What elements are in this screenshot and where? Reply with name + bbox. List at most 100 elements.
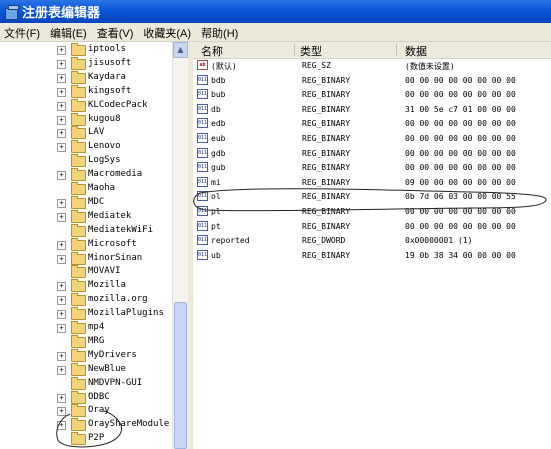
expand-icon[interactable]: + bbox=[57, 143, 66, 153]
tree-item-label: KLCodecPack bbox=[88, 99, 148, 110]
menu-edit[interactable]: 编辑(E) bbox=[46, 23, 93, 41]
tree-item[interactable]: + MyDrivers bbox=[0, 348, 172, 363]
key-tree[interactable]: + iptools + jisusoft + Kaydara + kingsoft + KLCod… bbox=[0, 42, 172, 449]
column-type[interactable]: 类型 bbox=[300, 43, 322, 59]
expand-icon[interactable]: + bbox=[57, 171, 66, 181]
expand-icon[interactable]: + bbox=[57, 393, 66, 403]
expand-icon[interactable]: + bbox=[57, 296, 66, 306]
value-row[interactable]: 011 bdb REG_BINARY 00 00 00 00 00 00 00 00 bbox=[193, 74, 551, 88]
value-row[interactable]: 011 ub REG_BINARY 19 0b 38 34 00 00 00 00 bbox=[193, 249, 551, 263]
value-row[interactable]: 011 gub REG_BINARY 00 00 00 00 00 00 00 00 bbox=[193, 161, 551, 175]
value-type: REG_BINARY bbox=[302, 177, 351, 187]
expand-icon[interactable]: + bbox=[57, 59, 66, 69]
tree-item-label: MozillaPlugins bbox=[88, 308, 164, 319]
expand-icon[interactable]: + bbox=[57, 407, 66, 417]
tree-item[interactable]: + Lenovo bbox=[0, 140, 172, 154]
tree-item[interactable]: + ODBC bbox=[0, 390, 172, 405]
folder-icon bbox=[71, 70, 86, 84]
value-row[interactable]: 011 eub REG_BINARY 00 00 00 00 00 00 00 00 bbox=[193, 132, 551, 146]
expand-icon[interactable]: + bbox=[57, 129, 66, 139]
value-row[interactable]: 011 mi REG_BINARY 09 00 00 00 00 00 00 00 bbox=[193, 176, 551, 190]
tree-item[interactable]: + MozillaPlugins bbox=[0, 307, 172, 321]
tree-item[interactable]: + kingsoft bbox=[0, 84, 172, 99]
tree-item[interactable]: + mozilla.org bbox=[0, 293, 172, 307]
tree-item[interactable]: + OrayShareModule bbox=[0, 418, 172, 432]
expand-icon[interactable]: + bbox=[57, 282, 66, 292]
expand-icon[interactable]: + bbox=[57, 421, 66, 431]
expand-icon[interactable]: + bbox=[57, 73, 66, 83]
expand-icon[interactable]: + bbox=[57, 351, 66, 361]
expand-icon[interactable]: + bbox=[57, 310, 66, 320]
folder-icon bbox=[71, 265, 86, 279]
tree-scrollbar[interactable]: ▲ bbox=[172, 42, 188, 449]
folder-icon bbox=[71, 404, 86, 418]
tree-item[interactable]: NMDVPN-GUI bbox=[0, 376, 172, 391]
value-name: ub bbox=[211, 250, 221, 260]
tree-item[interactable]: + iptools bbox=[0, 43, 172, 57]
tree-item[interactable]: + Mozilla bbox=[0, 279, 172, 293]
tree-item[interactable]: + MDC bbox=[0, 195, 172, 210]
value-type: REG_BINARY bbox=[302, 192, 351, 202]
menu-view[interactable]: 查看(V) bbox=[93, 23, 140, 41]
tree-item[interactable]: P2P bbox=[0, 432, 172, 446]
value-name: bub bbox=[211, 90, 226, 100]
tree-item[interactable]: + Oray bbox=[0, 404, 172, 418]
expand-icon[interactable]: + bbox=[57, 324, 66, 333]
expand-icon[interactable]: + bbox=[57, 46, 66, 55]
tree-item[interactable]: LogSys bbox=[0, 154, 172, 168]
value-data: 00 00 00 00 00 00 00 00 bbox=[405, 148, 516, 158]
tree-item[interactable]: + Microsoft bbox=[0, 237, 172, 252]
expand-icon[interactable]: + bbox=[57, 212, 66, 222]
menu-bar: 文件(F) 编辑(E) 查看(V) 收藏夹(A) 帮助(H) bbox=[0, 23, 551, 42]
menu-file[interactable]: 文件(F) bbox=[0, 23, 46, 41]
tree-item[interactable]: + KLCodecPack bbox=[0, 98, 172, 113]
value-row[interactable]: ab (默认) REG_SZ (数值未设置) bbox=[193, 59, 551, 73]
tree-item-label: MyDrivers bbox=[88, 349, 137, 360]
menu-help[interactable]: 帮助(H) bbox=[197, 23, 244, 41]
tree-item[interactable]: Maoha bbox=[0, 182, 172, 196]
tree-item[interactable]: + kugou8 bbox=[0, 112, 172, 127]
value-row[interactable]: 011 bub REG_BINARY 00 00 00 00 00 00 00 00 bbox=[193, 88, 551, 102]
expand-icon[interactable]: + bbox=[57, 254, 66, 264]
tree-item[interactable]: + mp4 bbox=[0, 321, 172, 335]
expand-icon[interactable]: + bbox=[57, 101, 66, 111]
value-type: REG_BINARY bbox=[302, 148, 351, 158]
expand-icon[interactable]: + bbox=[57, 87, 66, 97]
tree-item[interactable]: + Kaydara bbox=[0, 70, 172, 85]
value-row[interactable]: 011 reported REG_DWORD 0x00000001 (1) bbox=[193, 234, 551, 248]
value-row[interactable]: 011 db REG_BINARY 31 00 5e c7 01 00 00 00 bbox=[193, 103, 551, 117]
folder-icon bbox=[71, 279, 86, 293]
expand-icon[interactable]: + bbox=[57, 240, 66, 250]
title-bar[interactable]: 注册表编辑器 bbox=[0, 0, 551, 23]
value-row[interactable]: 011 ol REG_BINARY 0b 7d 06 03 00 00 00 55 bbox=[193, 190, 551, 204]
tree-item[interactable]: + MinorSinan bbox=[0, 251, 172, 266]
scroll-thumb[interactable] bbox=[174, 302, 187, 449]
binary-value-icon: 011 bbox=[197, 118, 208, 129]
column-name[interactable]: 名称 bbox=[201, 43, 223, 59]
value-row[interactable]: 011 edb REG_BINARY 00 00 00 00 00 00 00 00 bbox=[193, 117, 551, 131]
tree-item[interactable]: + LAV bbox=[0, 126, 172, 140]
value-data: 31 00 5e c7 01 00 00 00 bbox=[405, 104, 516, 114]
scroll-up-arrow-icon[interactable]: ▲ bbox=[173, 42, 188, 58]
tree-item[interactable]: + jisusoft bbox=[0, 56, 172, 71]
value-row[interactable]: 011 pt REG_BINARY 00 00 00 00 00 00 00 00 bbox=[193, 220, 551, 234]
expand-icon[interactable]: + bbox=[57, 198, 66, 208]
expand-icon[interactable]: + bbox=[57, 115, 66, 125]
tree-item[interactable]: + NewBlue bbox=[0, 362, 172, 377]
value-row[interactable]: 011 pl REG_BINARY 00 00 00 00 00 00 00 00 bbox=[193, 205, 551, 219]
tree-item-label: P2P bbox=[88, 433, 105, 444]
tree-item[interactable]: MRG bbox=[0, 334, 172, 349]
value-row[interactable]: 011 gdb REG_BINARY 00 00 00 00 00 00 00 00 bbox=[193, 147, 551, 161]
column-data[interactable]: 数据 bbox=[405, 43, 427, 59]
value-data: 00 00 00 00 00 00 00 00 bbox=[405, 163, 516, 173]
tree-item[interactable]: MediatekWiFi bbox=[0, 223, 172, 238]
folder-icon bbox=[71, 362, 86, 376]
menu-favorites[interactable]: 收藏夹(A) bbox=[139, 23, 197, 41]
tree-item[interactable]: + Macromedia bbox=[0, 168, 172, 182]
expand-icon[interactable]: + bbox=[57, 365, 66, 375]
value-data: 00 00 00 00 00 00 00 00 bbox=[405, 75, 516, 85]
tree-item[interactable]: MOVAVI bbox=[0, 265, 172, 279]
folder-icon bbox=[71, 293, 86, 307]
tree-item[interactable]: + Mediatek bbox=[0, 209, 172, 224]
tree-item-label: Mediatek bbox=[88, 210, 132, 221]
